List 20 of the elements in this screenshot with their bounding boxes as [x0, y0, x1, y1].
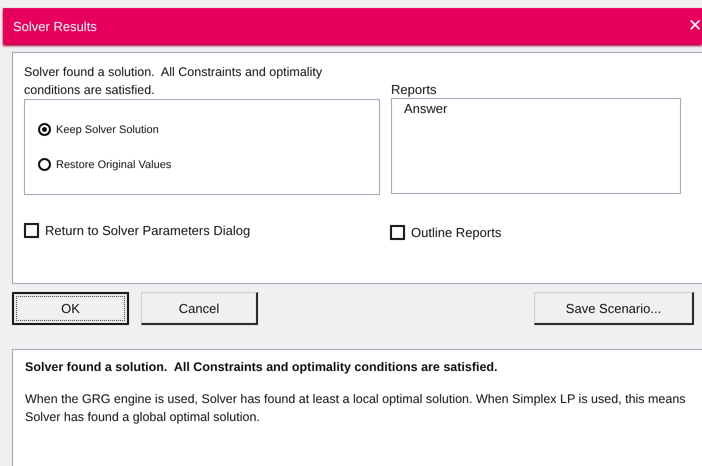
save-scenario-button[interactable]: Save Scenario... [534, 292, 694, 325]
window-title: Solver Results [12, 18, 97, 34]
radio-option[interactable]: Keep Solver Solution [38, 123, 379, 136]
ok-button[interactable]: OK [12, 292, 129, 325]
checkbox-label: Return to Solver Parameters Dialog [45, 223, 250, 238]
details-heading: Solver found a solution. All Constraints and optimality conditions are satisfied. [25, 360, 499, 374]
checkbox[interactable] [390, 225, 405, 240]
report-item[interactable]: Answer [404, 101, 668, 116]
cancel-button[interactable]: Cancel [141, 292, 258, 325]
radio-option[interactable]: Restore Original Values [38, 158, 379, 171]
radio-label: Restore Original Values [56, 158, 172, 170]
reports-label: Reports [391, 81, 438, 98]
close-button[interactable]: ✕ [688, 16, 702, 36]
radio-button[interactable] [38, 158, 51, 171]
status-message: Solver found a solution. All Constraints and optimality conditions are satisfied. [24, 64, 324, 99]
details-text: When the GRG engine is used, Solver has found at least a local optimal solution. When Simplex LP is used, this means Solver has found a global optimal solution. [25, 391, 687, 426]
checkbox-label: Outline Reports [411, 225, 502, 240]
radio-button[interactable] [38, 123, 51, 136]
radio-label: Keep Solver Solution [56, 124, 159, 136]
checkbox[interactable] [24, 223, 39, 238]
